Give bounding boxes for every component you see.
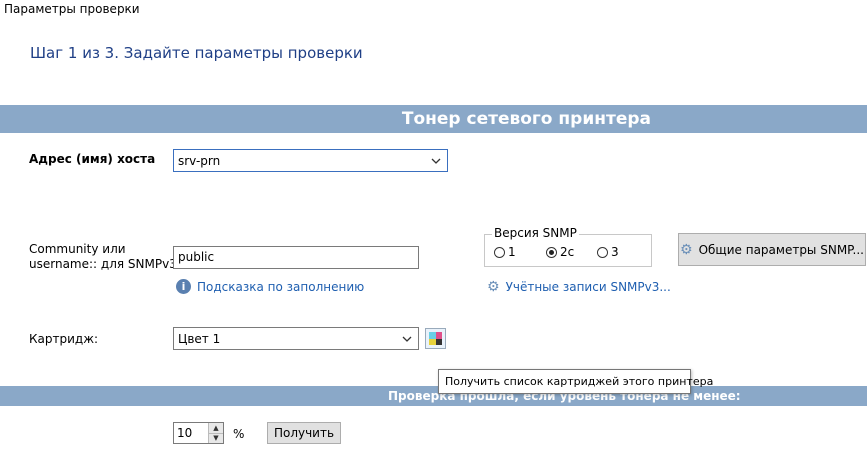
host-label: Адрес (имя) хоста [29, 152, 156, 166]
cartridge-label: Картридж: [29, 332, 99, 346]
gear-icon: ⚙ [680, 241, 693, 258]
community-input[interactable]: public [173, 246, 419, 269]
snmp-radio-3[interactable]: 3 [597, 245, 619, 259]
gear-icon: ⚙ [487, 279, 500, 295]
get-button[interactable]: Получить [267, 422, 341, 444]
snmpv3-accounts-label: Учётные записи SNMPv3... [505, 280, 671, 294]
step-title: Шаг 1 из 3. Задайте параметры проверки [30, 44, 363, 62]
window-title: Параметры проверки [4, 2, 140, 16]
host-value: srv-prn [178, 153, 221, 168]
snmp-general-settings-button[interactable]: ⚙ Общие параметры SNMP... [678, 233, 866, 266]
header-band-title: Тонер сетевого принтера [401, 109, 651, 129]
fill-hint-link[interactable]: i Подсказка по заполнению [176, 279, 364, 294]
community-label-line1: Community или [29, 242, 126, 256]
cartridge-color-icon [435, 338, 442, 345]
threshold-unit: % [233, 427, 245, 441]
snmp-version-group: Версия SNMP 1 2c 3 [484, 226, 652, 267]
snmp-radio-2c-label: 2c [560, 245, 575, 259]
threshold-spinner[interactable]: 10 ▲ ▼ [173, 422, 224, 444]
threshold-value[interactable]: 10 [174, 423, 208, 443]
host-combobox[interactable]: srv-prn [173, 149, 448, 172]
radio-selected-icon [546, 246, 557, 258]
snmp-version-legend: Версия SNMP [492, 226, 579, 240]
threshold-band: Проверка прошла, если уровень тонера не … [0, 386, 867, 406]
chevron-down-icon[interactable] [400, 332, 414, 346]
spin-down-icon[interactable]: ▼ [209, 432, 223, 443]
get-cartridges-button[interactable] [425, 328, 446, 349]
spin-up-icon[interactable]: ▲ [209, 423, 223, 433]
cartridge-combobox[interactable]: Цвет 1 [173, 327, 419, 350]
radio-icon [494, 246, 505, 258]
snmpv3-accounts-link[interactable]: ⚙ Учётные записи SNMPv3... [487, 279, 671, 295]
snmp-radio-3-label: 3 [611, 245, 619, 259]
snmp-radio-1[interactable]: 1 [494, 245, 516, 259]
spinner-buttons: ▲ ▼ [208, 423, 223, 443]
get-button-label: Получить [273, 426, 335, 440]
snmp-radio-2c[interactable]: 2c [546, 245, 574, 259]
snmp-radio-1-label: 1 [508, 245, 516, 259]
community-label-line2: username:: для SNMPv3 [29, 257, 177, 271]
header-band: Тонер сетевого принтера [0, 105, 867, 133]
cartridge-tooltip: Получить список картриджей этого принтер… [438, 369, 713, 394]
chevron-down-icon[interactable] [429, 154, 443, 168]
info-icon: i [176, 279, 191, 294]
cartridge-value: Цвет 1 [178, 331, 221, 346]
community-label: Community или username:: для SNMPv3 [29, 242, 177, 272]
radio-icon [597, 246, 608, 258]
fill-hint-label: Подсказка по заполнению [197, 279, 365, 294]
snmp-general-settings-label: Общие параметры SNMP... [698, 242, 864, 257]
